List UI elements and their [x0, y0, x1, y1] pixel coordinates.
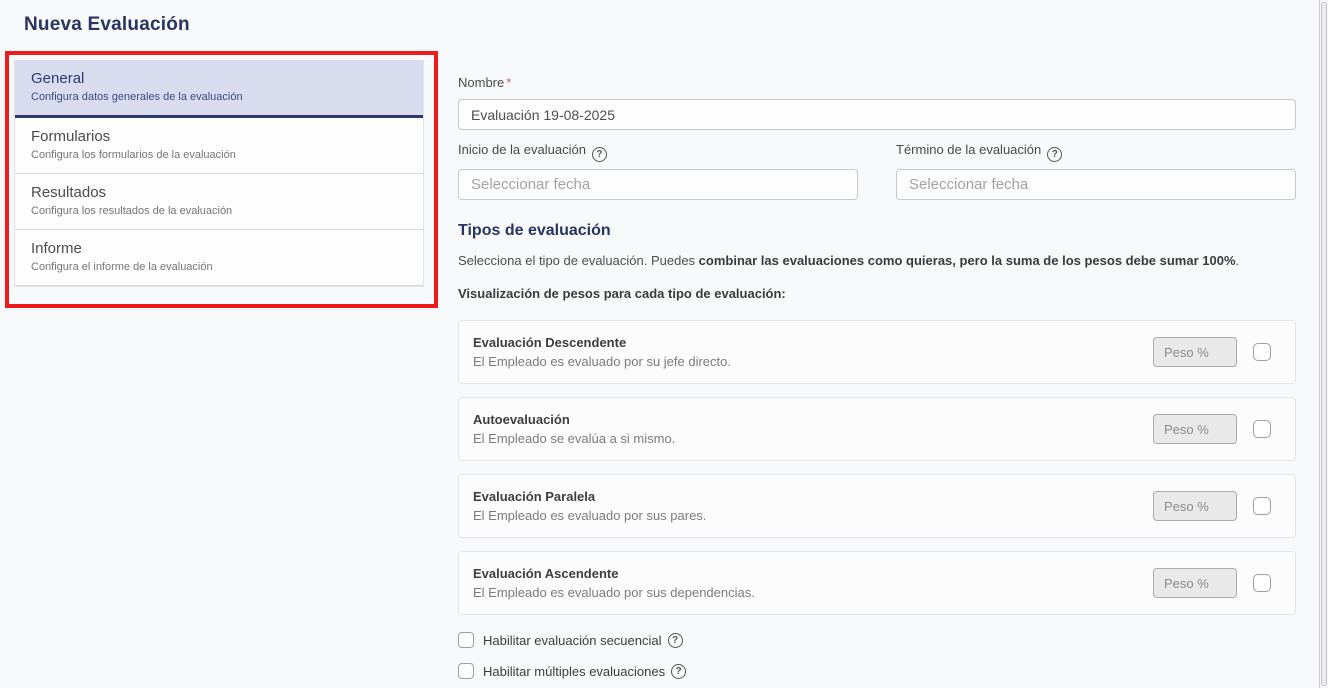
enable-type-checkbox[interactable]	[1253, 420, 1271, 438]
weight-input[interactable]	[1153, 491, 1237, 521]
step-informe[interactable]: Informe Configura el informe de la evalu…	[15, 230, 423, 286]
help-icon[interactable]: ?	[668, 633, 683, 648]
card-evaluacion-descendente: Evaluación Descendente El Empleado es ev…	[458, 320, 1296, 384]
end-date-field: Término de la evaluación?	[896, 141, 1296, 200]
name-input[interactable]	[458, 99, 1296, 130]
card-title: Autoevaluación	[473, 412, 1153, 427]
step-title: Resultados	[31, 184, 407, 201]
card-description: El Empleado es evaluado por sus dependen…	[473, 585, 1153, 600]
card-text: Evaluación Ascendente El Empleado es eva…	[473, 566, 1153, 600]
intro-suffix: .	[1236, 253, 1240, 268]
card-title: Evaluación Descendente	[473, 335, 1153, 350]
enable-type-checkbox[interactable]	[1253, 574, 1271, 592]
intro-bold: combinar las evaluaciones como quieras, …	[699, 253, 1236, 268]
intro-prefix: Selecciona el tipo de evaluación. Puedes	[458, 253, 699, 268]
card-description: El Empleado es evaluado por sus pares.	[473, 508, 1153, 523]
evaluation-type-cards: Evaluación Descendente El Empleado es ev…	[458, 320, 1296, 615]
step-resultados[interactable]: Resultados Configura los resultados de l…	[15, 174, 423, 230]
required-asterisk: *	[506, 75, 511, 90]
card-title: Evaluación Paralela	[473, 489, 1153, 504]
step-general[interactable]: General Configura datos generales de la …	[15, 60, 423, 118]
card-autoevaluacion: Autoevaluación El Empleado se evalúa a s…	[458, 397, 1296, 461]
step-description: Configura datos generales de la evaluaci…	[31, 91, 407, 103]
end-date-input[interactable]	[896, 169, 1296, 200]
date-range-row: Inicio de la evaluación? Término de la e…	[458, 141, 1296, 200]
scrollbar[interactable]	[1319, 0, 1328, 688]
step-title: Formularios	[31, 128, 407, 145]
option-sequential-evaluation: Habilitar evaluación secuencial ?	[458, 632, 1296, 648]
option-label: Habilitar evaluación secuencial	[483, 633, 662, 648]
card-text: Evaluación Paralela El Empleado es evalu…	[473, 489, 1153, 523]
option-multiple-evaluations: Habilitar múltiples evaluaciones ?	[458, 663, 1296, 679]
sequential-evaluation-checkbox[interactable]	[458, 632, 474, 648]
step-description: Configura los formularios de la evaluaci…	[31, 149, 407, 161]
enable-type-checkbox[interactable]	[1253, 343, 1271, 361]
start-date-field: Inicio de la evaluación?	[458, 141, 858, 200]
scrollbar-thumb[interactable]	[1321, 2, 1327, 686]
help-icon[interactable]: ?	[1047, 147, 1062, 162]
weight-input[interactable]	[1153, 337, 1237, 367]
option-label: Habilitar múltiples evaluaciones	[483, 664, 665, 679]
types-section-heading: Tipos de evaluación	[458, 222, 1296, 240]
card-title: Evaluación Ascendente	[473, 566, 1153, 581]
name-label: Nombre*	[458, 75, 1296, 90]
wizard-steps: General Configura datos generales de la …	[14, 60, 424, 287]
card-description: El Empleado es evaluado por su jefe dire…	[473, 354, 1153, 369]
start-date-input[interactable]	[458, 169, 858, 200]
help-icon[interactable]: ?	[592, 147, 607, 162]
card-text: Evaluación Descendente El Empleado es ev…	[473, 335, 1153, 369]
card-evaluacion-ascendente: Evaluación Ascendente El Empleado es eva…	[458, 551, 1296, 615]
enable-type-checkbox[interactable]	[1253, 497, 1271, 515]
multiple-evaluations-checkbox[interactable]	[458, 663, 474, 679]
card-description: El Empleado se evalúa a si mismo.	[473, 431, 1153, 446]
step-title: General	[31, 70, 407, 87]
step-description: Configura el informe de la evaluación	[31, 261, 407, 273]
page-title: Nueva Evaluación	[24, 14, 190, 36]
start-date-label: Inicio de la evaluación	[458, 142, 586, 157]
card-text: Autoevaluación El Empleado se evalúa a s…	[473, 412, 1153, 446]
weights-caption: Visualización de pesos para cada tipo de…	[458, 286, 1296, 301]
end-date-label: Término de la evaluación	[896, 142, 1041, 157]
name-label-text: Nombre	[458, 75, 504, 90]
types-intro-text: Selecciona el tipo de evaluación. Puedes…	[458, 253, 1296, 269]
evaluation-form: Nombre* Inicio de la evaluación? Término…	[458, 0, 1296, 679]
step-title: Informe	[31, 240, 407, 257]
card-evaluacion-paralela: Evaluación Paralela El Empleado es evalu…	[458, 474, 1296, 538]
step-description: Configura los resultados de la evaluació…	[31, 205, 407, 217]
weight-input[interactable]	[1153, 568, 1237, 598]
step-formularios[interactable]: Formularios Configura los formularios de…	[15, 118, 423, 174]
weight-input[interactable]	[1153, 414, 1237, 444]
help-icon[interactable]: ?	[671, 664, 686, 679]
